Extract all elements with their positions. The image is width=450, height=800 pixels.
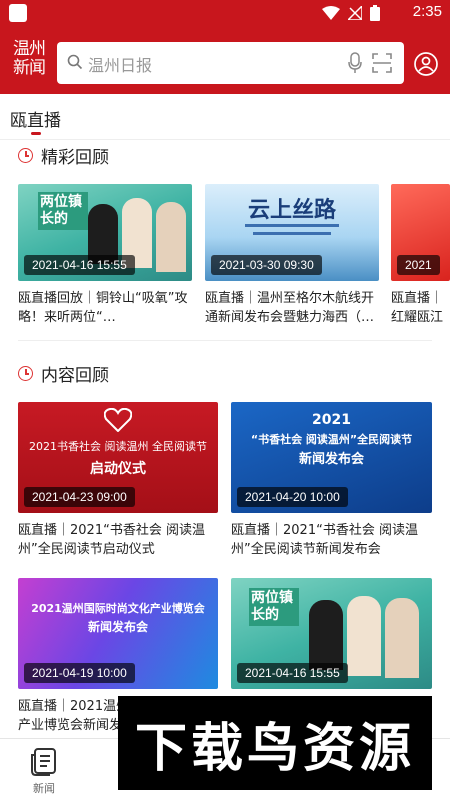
- app-logo[interactable]: 温州 新闻: [8, 40, 50, 82]
- person-figure: [347, 596, 381, 676]
- news-icon: [31, 748, 56, 776]
- thumbnail-text: 2021: [312, 412, 351, 428]
- replay-icon: [18, 366, 33, 381]
- search-icon: [67, 54, 83, 70]
- clock-time: 2:35: [412, 3, 442, 20]
- notification-icon: [9, 4, 27, 22]
- card-thumbnail: 两位镇长的 2021-04-16 15:55: [231, 578, 432, 689]
- heart-icon: [104, 408, 132, 432]
- timestamp-badge: 2021-04-23 09:00: [24, 487, 135, 507]
- tab-bar: 瓯直播: [0, 94, 450, 140]
- status-bar: 2:35: [0, 0, 450, 26]
- person-figure: [385, 598, 419, 678]
- no-signal-icon: [348, 6, 362, 20]
- watermark-banner: 下载鸟资源: [118, 696, 432, 790]
- nav-news-label: 新闻: [33, 782, 55, 795]
- content-card[interactable]: 2021 “书香社会 阅读温州”全民阅读节 新闻发布会 2021-04-20 1…: [231, 402, 432, 559]
- thumbnail-text: 两位镇长的: [249, 588, 299, 626]
- timestamp-badge: 2021-04-20 10:00: [237, 487, 348, 507]
- highlight-card[interactable]: 两位镇长的 2021-04-16 15:55 瓯直播回放｜铜铃山“吸氧”攻略！来…: [18, 184, 192, 327]
- card-thumbnail: 云上丝路 2021-03-30 09:30: [205, 184, 379, 281]
- card-caption: 瓯直播｜红耀瓯江: [391, 291, 444, 325]
- card-caption: 瓯直播｜2021“书香社会 阅读温州”全民阅读节启动仪式: [18, 523, 205, 557]
- card-caption: 瓯直播｜温州至格尔木航线开通新闻发布会暨魅力海西（…: [205, 291, 375, 325]
- timestamp-badge: 2021-04-16 15:55: [237, 663, 348, 683]
- card-thumbnail: 2021温州国际时尚文化产业博览会 新闻发布会 2021-04-19 10:00: [18, 578, 218, 689]
- app-header: 温州 新闻 温州日报: [0, 26, 450, 94]
- thumbnail-text: 2021温州国际时尚文化产业博览会: [31, 602, 205, 615]
- wifi-icon: [322, 6, 340, 20]
- battery-icon: [370, 5, 380, 21]
- tab-ou-live[interactable]: 瓯直播: [10, 106, 61, 131]
- thumbnail-text: 新闻发布会: [298, 452, 364, 467]
- user-profile-icon[interactable]: [414, 52, 438, 76]
- person-figure: [309, 600, 343, 670]
- thumbnail-line: [245, 224, 339, 227]
- logo-line1: 温州: [13, 39, 46, 59]
- highlight-card[interactable]: 2021 瓯直播｜红耀瓯江: [391, 184, 450, 327]
- nav-news[interactable]: 新闻: [24, 747, 64, 796]
- thumbnail-text: 启动仪式: [90, 461, 146, 477]
- timestamp-badge: 2021-04-16 15:55: [24, 255, 135, 275]
- replay-icon: [18, 148, 33, 163]
- thumbnail-text: “书香社会 阅读温州”全民阅读节: [250, 433, 413, 446]
- scan-icon[interactable]: [372, 53, 392, 73]
- logo-line2: 新闻: [13, 58, 46, 78]
- content-card[interactable]: 两位镇长的 2021-04-16 15:55: [231, 578, 432, 689]
- card-thumbnail: 2021 “书香社会 阅读温州”全民阅读节 新闻发布会 2021-04-20 1…: [231, 402, 432, 513]
- section-content-title: 内容回顾: [18, 361, 109, 386]
- search-placeholder: 温州日报: [88, 56, 153, 75]
- card-caption: 瓯直播回放｜铜铃山“吸氧”攻略！来听两位“…: [18, 291, 188, 325]
- thumbnail-text: 新闻发布会: [87, 620, 148, 634]
- card-thumbnail: 2021书香社会 阅读温州 全民阅读节 启动仪式 2021-04-23 09:0…: [18, 402, 218, 513]
- thumbnail-text: 云上丝路: [247, 197, 336, 223]
- microphone-icon[interactable]: [348, 52, 362, 74]
- thumbnail-text: 2021书香社会 阅读温州 全民阅读节: [29, 440, 207, 453]
- tab-active-indicator: [31, 132, 41, 135]
- card-thumbnail: 2021: [391, 184, 450, 281]
- thumbnail-text: 两位镇长的: [38, 192, 88, 230]
- timestamp-badge: 2021-03-30 09:30: [211, 255, 322, 275]
- highlight-card[interactable]: 云上丝路 2021-03-30 09:30 瓯直播｜温州至格尔木航线开通新闻发布…: [205, 184, 379, 327]
- section-divider: [18, 340, 432, 341]
- person-figure: [156, 202, 186, 272]
- thumbnail-line: [253, 232, 331, 235]
- card-thumbnail: 两位镇长的 2021-04-16 15:55: [18, 184, 192, 281]
- card-caption: 瓯直播｜2021“书香社会 阅读温州”全民阅读节新闻发布会: [231, 523, 418, 557]
- timestamp-badge: 2021: [397, 255, 440, 275]
- timestamp-badge: 2021-04-19 10:00: [24, 663, 135, 683]
- content-card[interactable]: 2021书香社会 阅读温州 全民阅读节 启动仪式 2021-04-23 09:0…: [18, 402, 218, 559]
- search-input[interactable]: 温州日报: [57, 42, 404, 84]
- section-highlights-title: 精彩回顾: [18, 143, 109, 168]
